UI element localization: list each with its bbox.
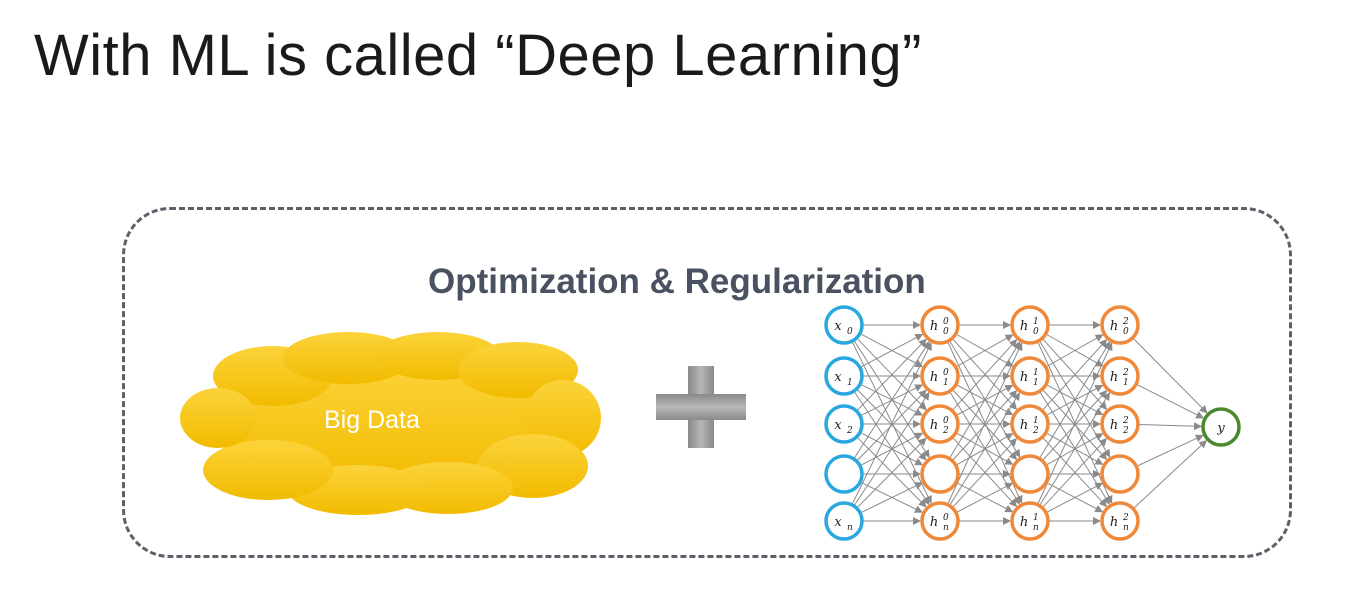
node-subscript: 0 — [847, 327, 853, 337]
hidden-node: h 11 — [1010, 356, 1050, 396]
edge — [1045, 482, 1104, 514]
node-subscript: 2 — [846, 426, 853, 436]
node-subscript: 2 — [1122, 426, 1129, 436]
node-label: h — [930, 515, 938, 530]
node-subscript: n — [847, 523, 853, 533]
node-subscript: 0 — [1123, 327, 1129, 337]
hidden-node: h 2n — [1100, 501, 1140, 541]
edge — [853, 390, 930, 506]
node-label: h — [930, 319, 938, 334]
hidden-node: h 02 — [920, 404, 960, 444]
node-label: h — [1020, 515, 1028, 530]
input-node — [824, 454, 864, 494]
edge — [853, 391, 930, 507]
node-superscript: 2 — [1122, 416, 1129, 426]
node-label: y — [1216, 421, 1225, 436]
node-label: h — [1020, 418, 1028, 433]
edge — [1039, 392, 1110, 506]
node-label: x — [834, 370, 842, 385]
plus-icon — [656, 366, 746, 448]
hidden-node: h 22 — [1100, 404, 1140, 444]
edge — [955, 432, 1014, 465]
node-subscript: 0 — [943, 327, 949, 337]
input-node: x1 — [824, 356, 864, 396]
node-subscript: 1 — [847, 378, 853, 388]
hidden-node: h 01 — [920, 356, 960, 396]
edge — [955, 482, 1014, 514]
node-subscript: 1 — [1123, 378, 1129, 388]
hidden-node — [1100, 454, 1140, 494]
edge — [1137, 422, 1203, 431]
node-label: h — [1020, 370, 1028, 385]
neural-network-diagram: x 0x 1x 2x nh 00h 01h 02h 0nh 10h 11h 12h 1nh 20h 21h 2… — [824, 305, 1241, 541]
node-superscript: 1 — [1033, 416, 1039, 426]
node-label: h — [1110, 515, 1118, 530]
input-node: xn — [824, 501, 864, 541]
hidden-node: h 0n — [920, 501, 960, 541]
edge — [1045, 384, 1104, 416]
node-subscript: 1 — [1033, 378, 1039, 388]
node-superscript: 0 — [943, 368, 949, 378]
node-label: h — [930, 370, 938, 385]
hidden-node: h 00 — [920, 305, 960, 345]
node-subscript: n — [1033, 523, 1039, 533]
edge — [1135, 383, 1205, 419]
node-subscript: n — [1123, 523, 1129, 533]
edge — [1045, 333, 1104, 367]
node-label: h — [1020, 319, 1028, 334]
hidden-node: h 12 — [1010, 404, 1050, 444]
output-node: y — [1201, 407, 1241, 447]
section-title: Optimization & Regularization — [428, 262, 926, 301]
node-label: x — [834, 319, 842, 334]
hidden-node — [1010, 454, 1050, 494]
edge — [955, 384, 1014, 416]
edge — [859, 482, 923, 514]
node-label: h — [930, 418, 938, 433]
node-subscript: 1 — [943, 378, 949, 388]
node-label: x — [834, 418, 842, 433]
node-subscript: n — [943, 523, 949, 533]
node-superscript: 2 — [1122, 368, 1129, 378]
hidden-node: h 20 — [1100, 305, 1140, 345]
node-superscript: 1 — [1033, 317, 1039, 327]
hidden-node — [920, 454, 960, 494]
node-superscript: 0 — [943, 317, 949, 327]
node-label: h — [1110, 370, 1118, 385]
edge — [859, 383, 924, 416]
edge — [1136, 434, 1204, 467]
node-superscript: 0 — [943, 416, 949, 426]
node-superscript: 0 — [943, 513, 949, 523]
hidden-node: h 10 — [1010, 305, 1050, 345]
edge — [949, 392, 1020, 506]
hidden-node: h 21 — [1100, 356, 1140, 396]
edge — [1045, 432, 1104, 465]
node-subscript: 2 — [1032, 426, 1039, 436]
hidden-node: h 1n — [1010, 501, 1050, 541]
node-superscript: 1 — [1033, 513, 1039, 523]
input-node: x0 — [824, 305, 864, 345]
edge — [1045, 481, 1104, 513]
node-label: x — [834, 515, 842, 530]
edge — [853, 340, 930, 460]
node-label: h — [1110, 418, 1118, 433]
edge — [955, 333, 1014, 367]
node-subscript: 0 — [1033, 327, 1039, 337]
edge — [859, 481, 923, 513]
node-superscript: 2 — [1122, 317, 1129, 327]
edge — [859, 333, 924, 368]
node-subscript: 2 — [942, 426, 949, 436]
node-superscript: 1 — [1033, 368, 1039, 378]
input-node: x2 — [824, 404, 864, 444]
cloud-label: Big Data — [324, 406, 420, 434]
node-superscript: 2 — [1122, 513, 1129, 523]
node-label: h — [1110, 319, 1118, 334]
edge — [1039, 391, 1110, 505]
edge — [955, 481, 1014, 513]
slide-title: With ML is called “Deep Learning” — [34, 23, 922, 88]
edge — [949, 391, 1020, 505]
